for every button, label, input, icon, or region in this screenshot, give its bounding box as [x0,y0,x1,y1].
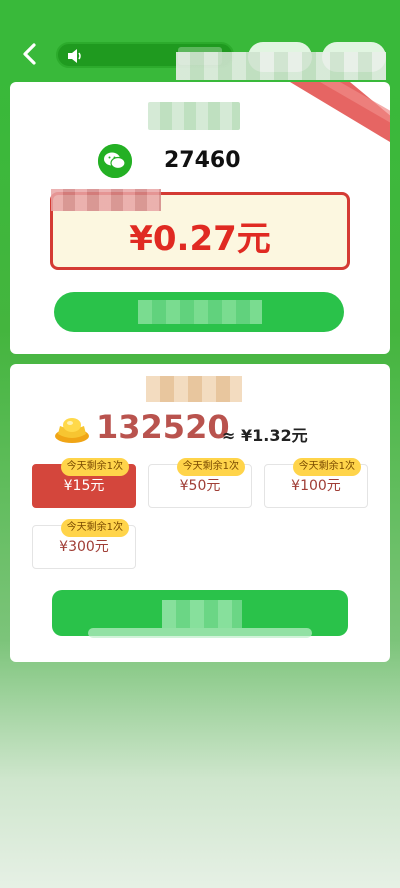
card-title-obscured [148,102,240,130]
option-label: ¥100元 [291,478,341,494]
wechat-icon [98,144,132,178]
coin-count: 132520 [96,408,230,446]
option-100[interactable]: 今天剩余1次 ¥100元 [264,458,368,508]
exchange-button[interactable] [52,590,348,638]
corner-ribbon [290,82,390,142]
remaining-badge: 今天剩余1次 [292,458,361,476]
top-bar [0,0,400,80]
wechat-cash-card: 27460 ¥0.27元 [10,82,390,354]
remaining-badge: 今天剩余1次 [176,458,245,476]
coin-value: ≈ ¥1.32元 [222,426,308,445]
chevron-left-icon [23,43,36,65]
amount-tag-obscured [51,189,161,211]
remaining-badge: 今天剩余1次 [60,458,129,476]
remaining-badge: 今天剩余1次 [60,519,129,537]
speaker-icon [68,49,81,63]
cash-amount-box: ¥0.27元 [50,189,350,270]
withdraw-button[interactable] [54,292,344,332]
option-50[interactable]: 今天剩余1次 ¥50元 [148,458,252,508]
cash-amount: ¥0.27元 [129,219,271,259]
wechat-value: 27460 [164,148,241,173]
option-label: ¥300元 [59,539,109,555]
obscured-region [176,52,386,80]
coin-exchange-card: 132520 ≈ ¥1.32元 今天剩余1次 ¥15元 今天剩余1次 ¥50元 … [10,364,390,662]
withdraw-button-label-obscured [138,300,262,324]
option-label: ¥50元 [179,478,221,494]
back-button[interactable] [16,40,44,68]
exchange-button-label-obscured [162,600,242,628]
gold-ingot-icon [55,418,89,443]
obscured-region [88,628,312,638]
option-300[interactable]: 今天剩余1次 ¥300元 [32,519,136,569]
option-15[interactable]: 今天剩余1次 ¥15元 [32,458,136,508]
card-title-obscured [146,376,242,402]
option-label: ¥15元 [63,478,105,494]
